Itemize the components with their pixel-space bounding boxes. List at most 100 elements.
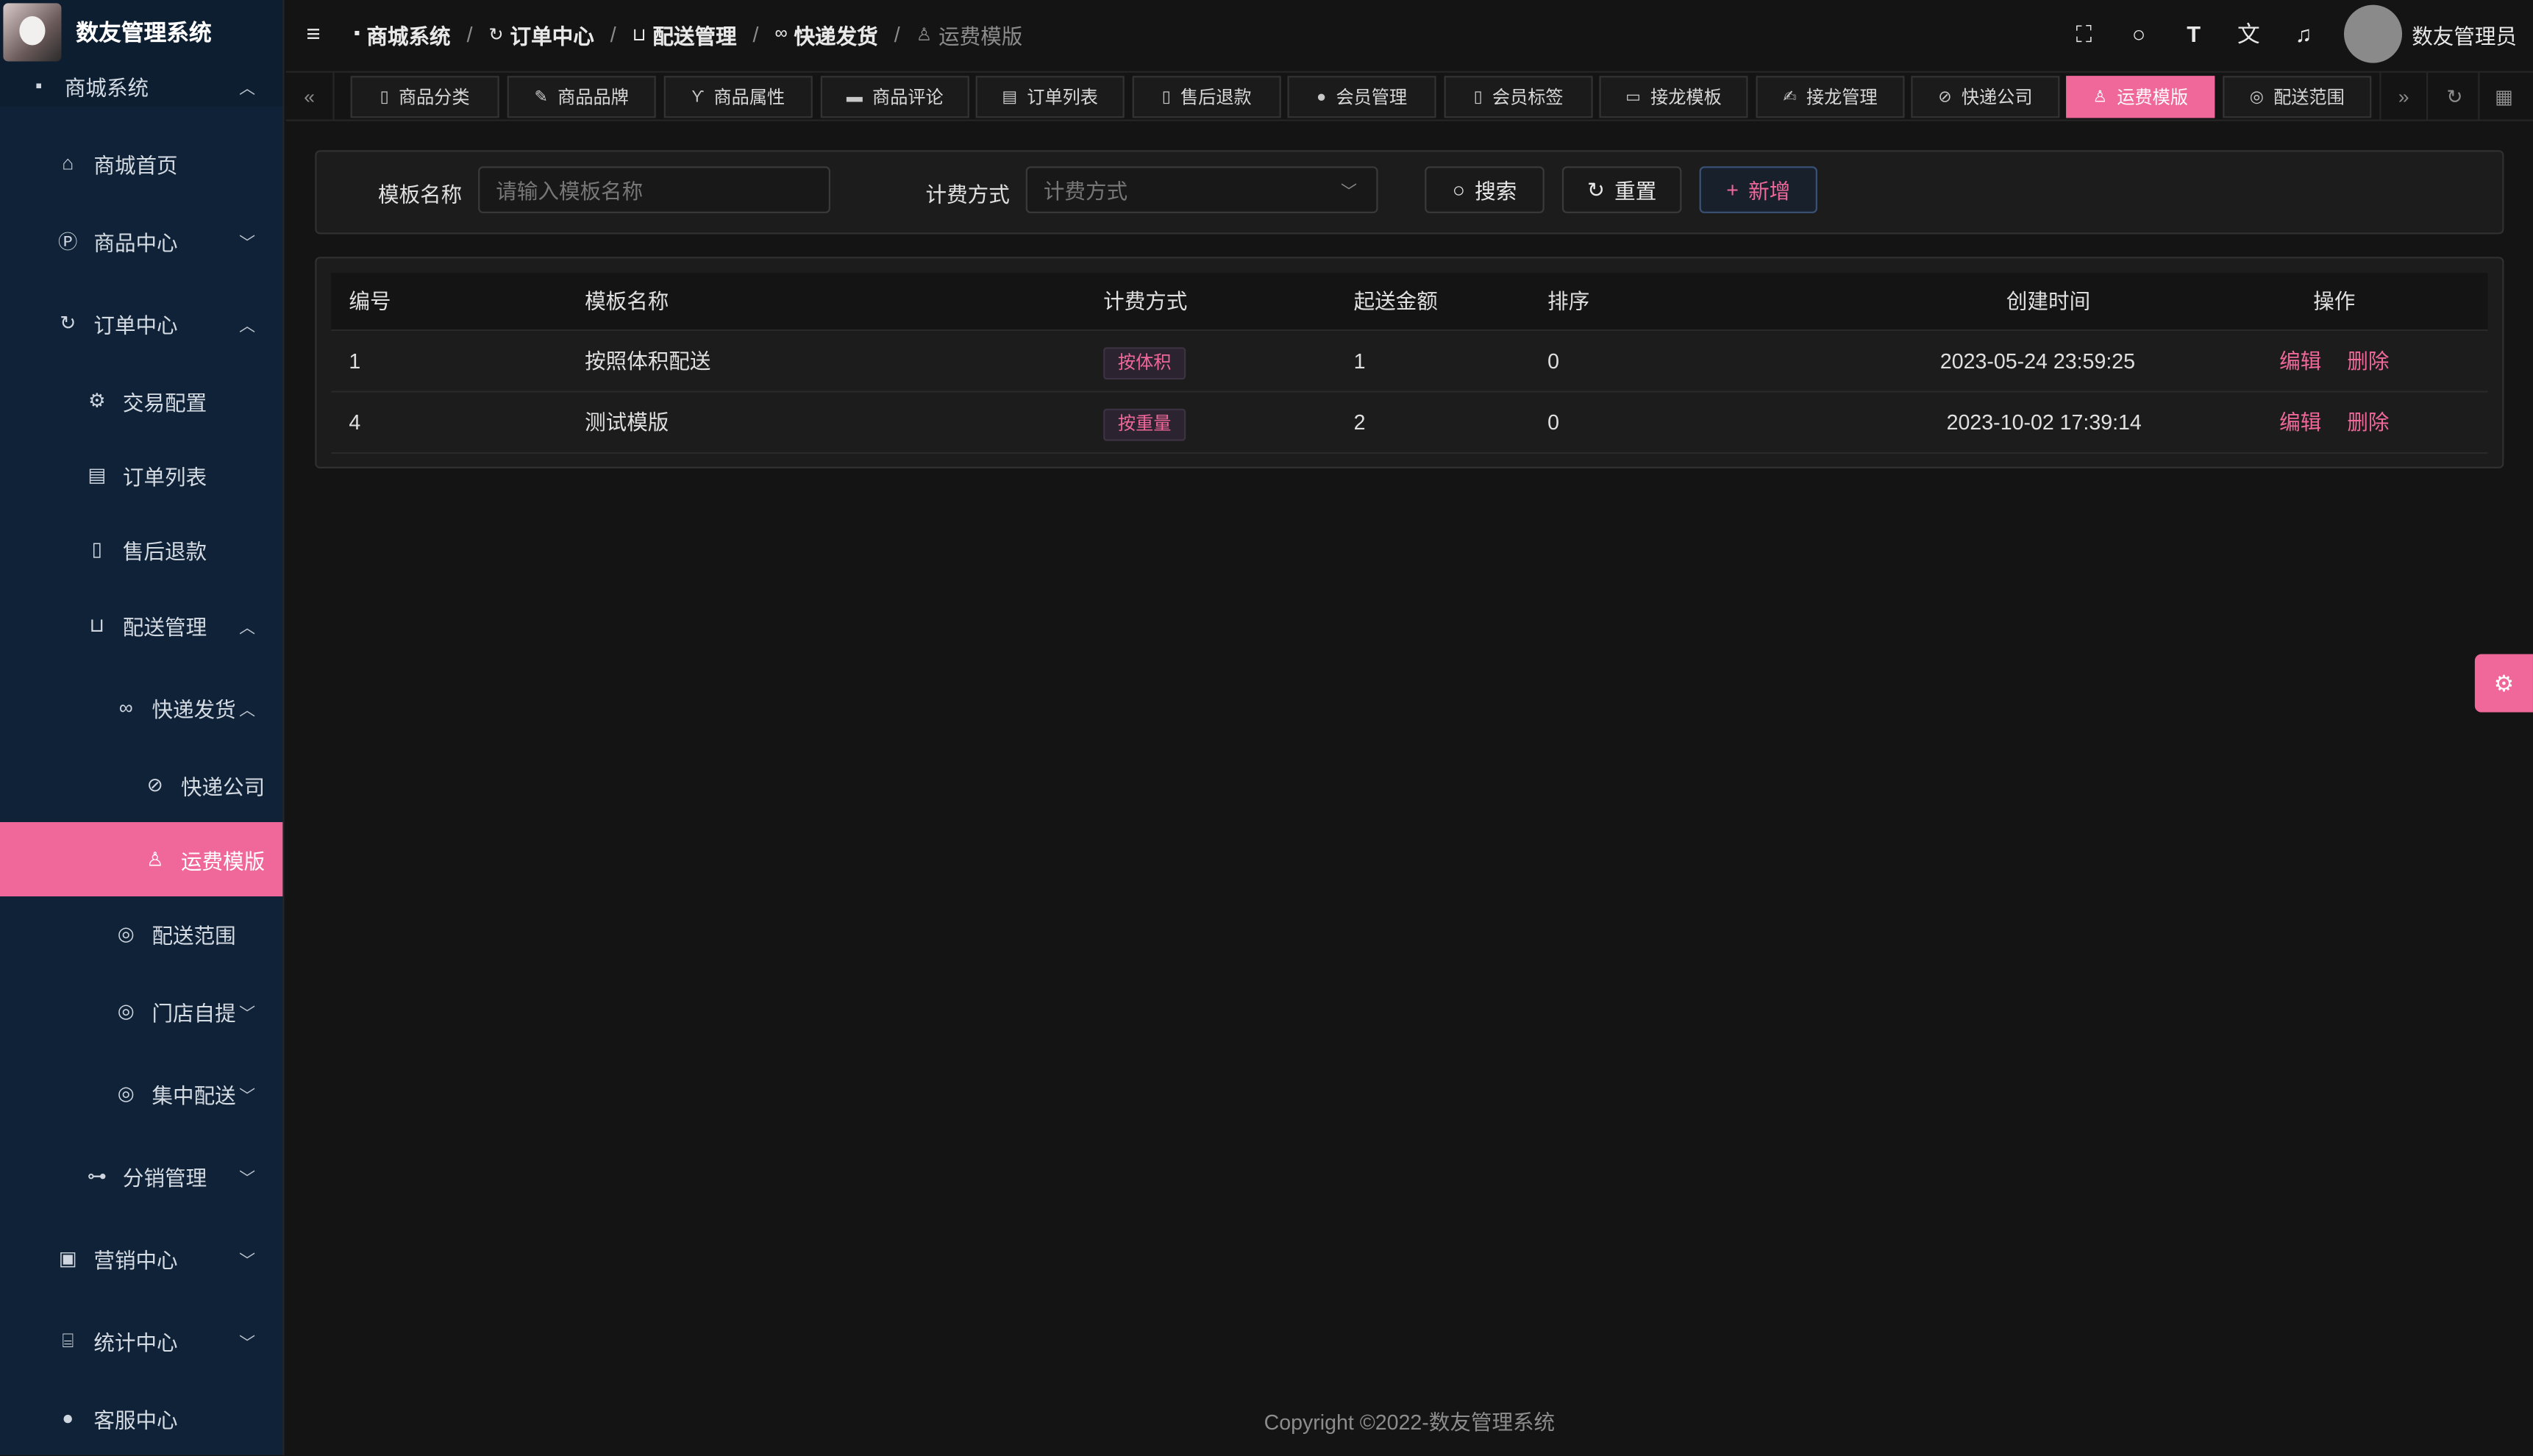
avatar[interactable]: [2343, 4, 2403, 63]
delete-link[interactable]: 删除: [2347, 393, 2389, 454]
sidebar-item-product-center[interactable]: Ⓟ 商品中心 ﹀: [0, 204, 282, 278]
breadcrumb-item[interactable]: ⊔ 配送管理: [633, 18, 737, 49]
breadcrumb-item[interactable]: ↻ 订单中心: [489, 18, 594, 49]
location-pin-icon: ◎: [2249, 88, 2264, 106]
tab-label: 会员标签: [1492, 88, 1564, 109]
sidebar-item-label: 集中配送: [152, 1082, 236, 1107]
tab-product-attr[interactable]: ϒ 商品属性: [663, 76, 813, 118]
tab-shipping-template[interactable]: ♙ 运费模版: [2066, 76, 2215, 118]
product-icon: Ⓟ: [58, 229, 78, 253]
sidebar-item-delivery-range[interactable]: ◎ 配送范围: [0, 896, 282, 971]
edit-link[interactable]: 编辑: [2279, 393, 2321, 454]
home-icon: ⌂: [62, 151, 74, 175]
receipt-icon: ▯: [91, 538, 103, 561]
search-icon[interactable]: ○: [2112, 21, 2167, 47]
tab-product-brand[interactable]: ✎ 商品品牌: [507, 76, 656, 118]
sidebar-item-marketing[interactable]: ▣ 营销中心 ﹀: [0, 1221, 282, 1295]
sidebar-item-label: 售后退款: [122, 538, 207, 563]
bell-icon[interactable]: ♫: [2276, 21, 2331, 47]
person-icon: ●: [62, 1407, 74, 1430]
cell-name: 按照体积配送: [585, 349, 711, 374]
table-row: 4 测试模版 按重量 2 0 2023-10-02 17:39:14 编辑 删除: [331, 392, 2488, 454]
sidebar-item-express-shipping[interactable]: ∞ 快递发货 ︿: [0, 671, 282, 745]
add-button[interactable]: + 新增: [1699, 166, 1817, 213]
breadcrumb-label: 运费模版: [938, 23, 1023, 48]
translate-icon[interactable]: 文: [2221, 18, 2276, 50]
column-header: 编号: [349, 289, 391, 314]
fullscreen-icon[interactable]: ⛶: [2056, 20, 2112, 47]
sidebar-item-customer-service[interactable]: ● 客服中心: [0, 1381, 282, 1455]
sidebar-item-distribution[interactable]: ⊶ 分销管理 ﹀: [0, 1138, 282, 1213]
settings-gear-icon[interactable]: ⚙: [2474, 654, 2533, 713]
tab-relay-template[interactable]: ▭ 接龙模板: [1599, 76, 1748, 118]
sidebar-item-after-sales[interactable]: ▯ 售后退款: [0, 512, 282, 586]
tab-label: 配送范围: [2273, 88, 2345, 109]
grid-icon[interactable]: ▦: [2479, 73, 2528, 121]
sidebar-item-label: 客服中心: [93, 1407, 178, 1432]
scroll-right-icon[interactable]: »: [2379, 72, 2429, 121]
billing-method-select[interactable]: 计费方式 ﹀: [1025, 166, 1378, 213]
compass-icon: ⊘: [1938, 88, 1952, 106]
tab-product-review[interactable]: ▬ 商品评论: [820, 76, 969, 118]
sidebar-item-label: 快递公司: [180, 774, 266, 799]
sidebar-item-trade-config[interactable]: ⚙ 交易配置: [0, 363, 282, 438]
tab-member-tag[interactable]: ▯ 会员标签: [1444, 76, 1593, 118]
tab-delivery-range[interactable]: ◎ 配送范围: [2223, 76, 2372, 118]
cell-id: 1: [349, 349, 361, 374]
edit-link[interactable]: 编辑: [2279, 331, 2321, 392]
tab-label: 商品属性: [713, 88, 785, 109]
cell-id: 4: [349, 410, 361, 435]
column-header: 模板名称: [585, 289, 669, 314]
breadcrumb: ▪ 商城系统 / ↻ 订单中心 / ⊔ 配送管理 / ∞ 快递发货 / ♙ 运费模版: [354, 18, 1022, 49]
user-icon: ♙: [2092, 88, 2108, 106]
chevron-down-icon: ﹀: [1341, 184, 1357, 202]
receipt-icon: ▯: [1161, 88, 1171, 106]
delete-link[interactable]: 删除: [2347, 331, 2389, 392]
sidebar-item-order-list[interactable]: ▤ 订单列表: [0, 438, 282, 512]
tab-relay-mgmt[interactable]: ✍ 接龙管理: [1756, 76, 1905, 118]
branch-icon: ϒ: [691, 88, 705, 106]
sidebar-item-central-delivery[interactable]: ◎ 集中配送 ﹀: [0, 1056, 282, 1130]
billing-method-badge: 按重量: [1103, 408, 1186, 441]
sidebar-item-shipping-template[interactable]: ♙ 运费模版: [0, 821, 283, 897]
reset-button[interactable]: ↻ 重置: [1561, 166, 1682, 213]
tags-bar: « ▯ 商品分类 ✎ 商品品牌 ϒ 商品属性 ▬ 商品评论 ▤ 订单列表 ▯ 售后退款 ● 会…: [285, 71, 2533, 121]
clipboard-icon: ▤: [88, 463, 107, 487]
tab-express-company[interactable]: ⊘ 快递公司: [1911, 76, 2060, 118]
breadcrumb-label: 快递发货: [794, 23, 878, 48]
tab-label: 快递公司: [1961, 88, 2033, 109]
reset-button-label: 重置: [1614, 179, 1657, 204]
billing-method-badge: 按体积: [1103, 347, 1186, 380]
sidebar-item-delivery-mgmt[interactable]: ⊔ 配送管理 ︿: [0, 588, 282, 662]
cell-min-amount: 1: [1353, 349, 1366, 374]
sidebar-item-store-pickup[interactable]: ◎ 门店自提 ﹀: [0, 974, 282, 1048]
tab-product-category[interactable]: ▯ 商品分类: [350, 76, 499, 118]
chevron-down-icon: ﹀: [239, 235, 256, 253]
sidebar-item-mall-home[interactable]: ⌂ 商城首页: [0, 126, 282, 200]
tab-member-mgmt[interactable]: ● 会员管理: [1287, 76, 1436, 118]
refresh-icon[interactable]: ↻: [2432, 72, 2480, 121]
sidebar-item-mall-system[interactable]: ▪ 商城系统 ︿: [0, 64, 283, 107]
scroll-left-icon[interactable]: «: [286, 72, 335, 121]
font-size-icon[interactable]: T: [2166, 21, 2221, 47]
bicycle-icon: ∞: [118, 696, 133, 719]
menu-toggle-icon[interactable]: ≡: [286, 20, 341, 47]
breadcrumb-label: 商城系统: [366, 23, 451, 48]
table-row: 1 按照体积配送 按体积 1 0 2023-05-24 23:59:25 编辑 …: [331, 331, 2488, 393]
tab-order-list[interactable]: ▤ 订单列表: [975, 76, 1125, 118]
tab-after-sales[interactable]: ▯ 售后退款: [1132, 76, 1281, 118]
search-button[interactable]: ○ 搜索: [1425, 166, 1545, 213]
sidebar-item-label: 配送范围: [152, 923, 236, 948]
template-name-input[interactable]: 请输入模板名称: [478, 166, 830, 213]
sidebar-item-order-center[interactable]: ↻ 订单中心 ︿: [0, 286, 282, 360]
sidebar-item-label: 营销中心: [93, 1247, 178, 1272]
sidebar-item-express-company[interactable]: ⊘ 快递公司: [0, 748, 282, 822]
username[interactable]: 数友管理员: [2412, 18, 2517, 49]
column-header: 排序: [1547, 289, 1590, 314]
breadcrumb-item[interactable]: ∞ 快递发货: [774, 18, 877, 49]
top-header: ≡ ▪ 商城系统 / ↻ 订单中心 / ⊔ 配送管理 / ∞ 快递发货 / ♙ 运费模版 …: [285, 0, 2533, 68]
edit-icon: ✍: [1783, 88, 1797, 106]
breadcrumb-item[interactable]: ▪ 商城系统: [354, 18, 451, 49]
tab-label: 商品分类: [398, 88, 470, 109]
sidebar-item-statistics[interactable]: ⌸ 统计中心 ﹀: [0, 1303, 282, 1377]
